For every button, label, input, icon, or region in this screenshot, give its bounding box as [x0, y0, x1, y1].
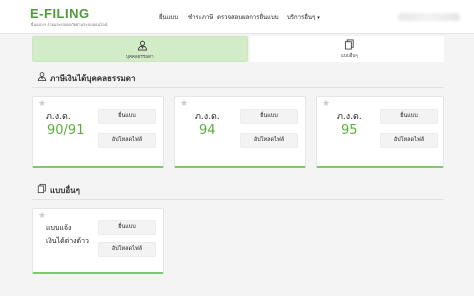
form-code: ภ.ง.ด.: [46, 112, 71, 122]
nav-check-status[interactable]: ตรวจสอบผลการยื่นแบบ: [217, 12, 279, 22]
form-card-pnd-90-91: ★ ภ.ง.ด. 90/91 ยื่นแบบ อัปโหลดไฟล์: [32, 96, 164, 168]
tab-other-forms[interactable]: แบบอื่นๆ: [250, 36, 444, 62]
upload-file-button[interactable]: อัปโหลดไฟล์: [98, 242, 156, 257]
submit-form-button[interactable]: ยื่นแบบ: [98, 220, 156, 235]
efiling-logo[interactable]: E-FILING ยื่นแบบฯ ง่ายและปลอดภัยผ่านระบบ…: [30, 6, 107, 28]
submit-form-button[interactable]: ยื่นแบบ: [380, 109, 438, 124]
nav-other-services[interactable]: บริการอื่นๆ ▾: [287, 12, 320, 22]
form-title-line2: เงินได้ต่างด้าว: [46, 237, 89, 245]
form-number: 94: [199, 123, 216, 138]
favorite-star-icon[interactable]: ★: [38, 212, 46, 221]
nav-other-services-label: บริการอื่นๆ: [287, 14, 316, 21]
section-title-personal-tax: ภาษีเงินได้บุคคลธรรมดา: [50, 74, 136, 83]
submit-form-button[interactable]: ยื่นแบบ: [98, 109, 156, 124]
upload-file-button[interactable]: อัปโหลดไฟล์: [98, 133, 156, 148]
tab-other-forms-label: แบบอื่นๆ: [341, 54, 358, 59]
upload-file-button[interactable]: อัปโหลดไฟล์: [240, 133, 298, 148]
top-header: E-FILING ยื่นแบบฯ ง่ายและปลอดภัยผ่านระบบ…: [0, 0, 474, 34]
form-card-pnd-94: ★ ภ.ง.ด. 94 ยื่นแบบ อัปโหลดไฟล์: [174, 96, 306, 168]
tab-personal[interactable]: บุคคลธรรมดา: [32, 36, 248, 62]
chevron-down-icon: ▾: [317, 15, 320, 21]
submit-form-button[interactable]: ยื่นแบบ: [240, 109, 298, 124]
nav-submit-form[interactable]: ยื่นแบบ: [159, 12, 178, 22]
form-number: 90/91: [47, 123, 85, 138]
person-icon: [37, 72, 47, 82]
favorite-star-icon[interactable]: ★: [38, 100, 46, 109]
nav-pay-tax[interactable]: ชำระภาษี: [188, 12, 213, 22]
favorite-star-icon[interactable]: ★: [180, 100, 188, 109]
section-divider: [32, 87, 444, 88]
logo-subtitle: ยื่นแบบฯ ง่ายและปลอดภัยผ่านระบบออนไลน์: [31, 22, 108, 27]
form-card-foreign-income: ★ แบบแจ้ง เงินได้ต่างด้าว ยื่นแบบ อัปโหล…: [32, 208, 164, 274]
favorite-star-icon[interactable]: ★: [322, 100, 330, 109]
tab-personal-label: บุคคลธรรมดา: [126, 55, 154, 60]
documents-icon: [344, 39, 354, 50]
documents-icon: [37, 183, 46, 194]
form-card-pnd-95: ★ ภ.ง.ด. 95 ยื่นแบบ อัปโหลดไฟล์: [316, 96, 444, 168]
upload-file-button[interactable]: อัปโหลดไฟล์: [380, 133, 438, 148]
section-title-other-forms: แบบอื่นๆ: [50, 186, 80, 195]
form-title-line1: แบบแจ้ง: [46, 224, 72, 232]
section-divider: [32, 199, 444, 200]
account-area[interactable]: [398, 13, 460, 21]
logo-title: E-FILING: [30, 6, 90, 21]
form-number: 95: [341, 123, 358, 138]
person-icon: [137, 40, 148, 51]
form-code: ภ.ง.ด.: [337, 112, 362, 122]
form-code: ภ.ง.ด.: [195, 112, 220, 122]
